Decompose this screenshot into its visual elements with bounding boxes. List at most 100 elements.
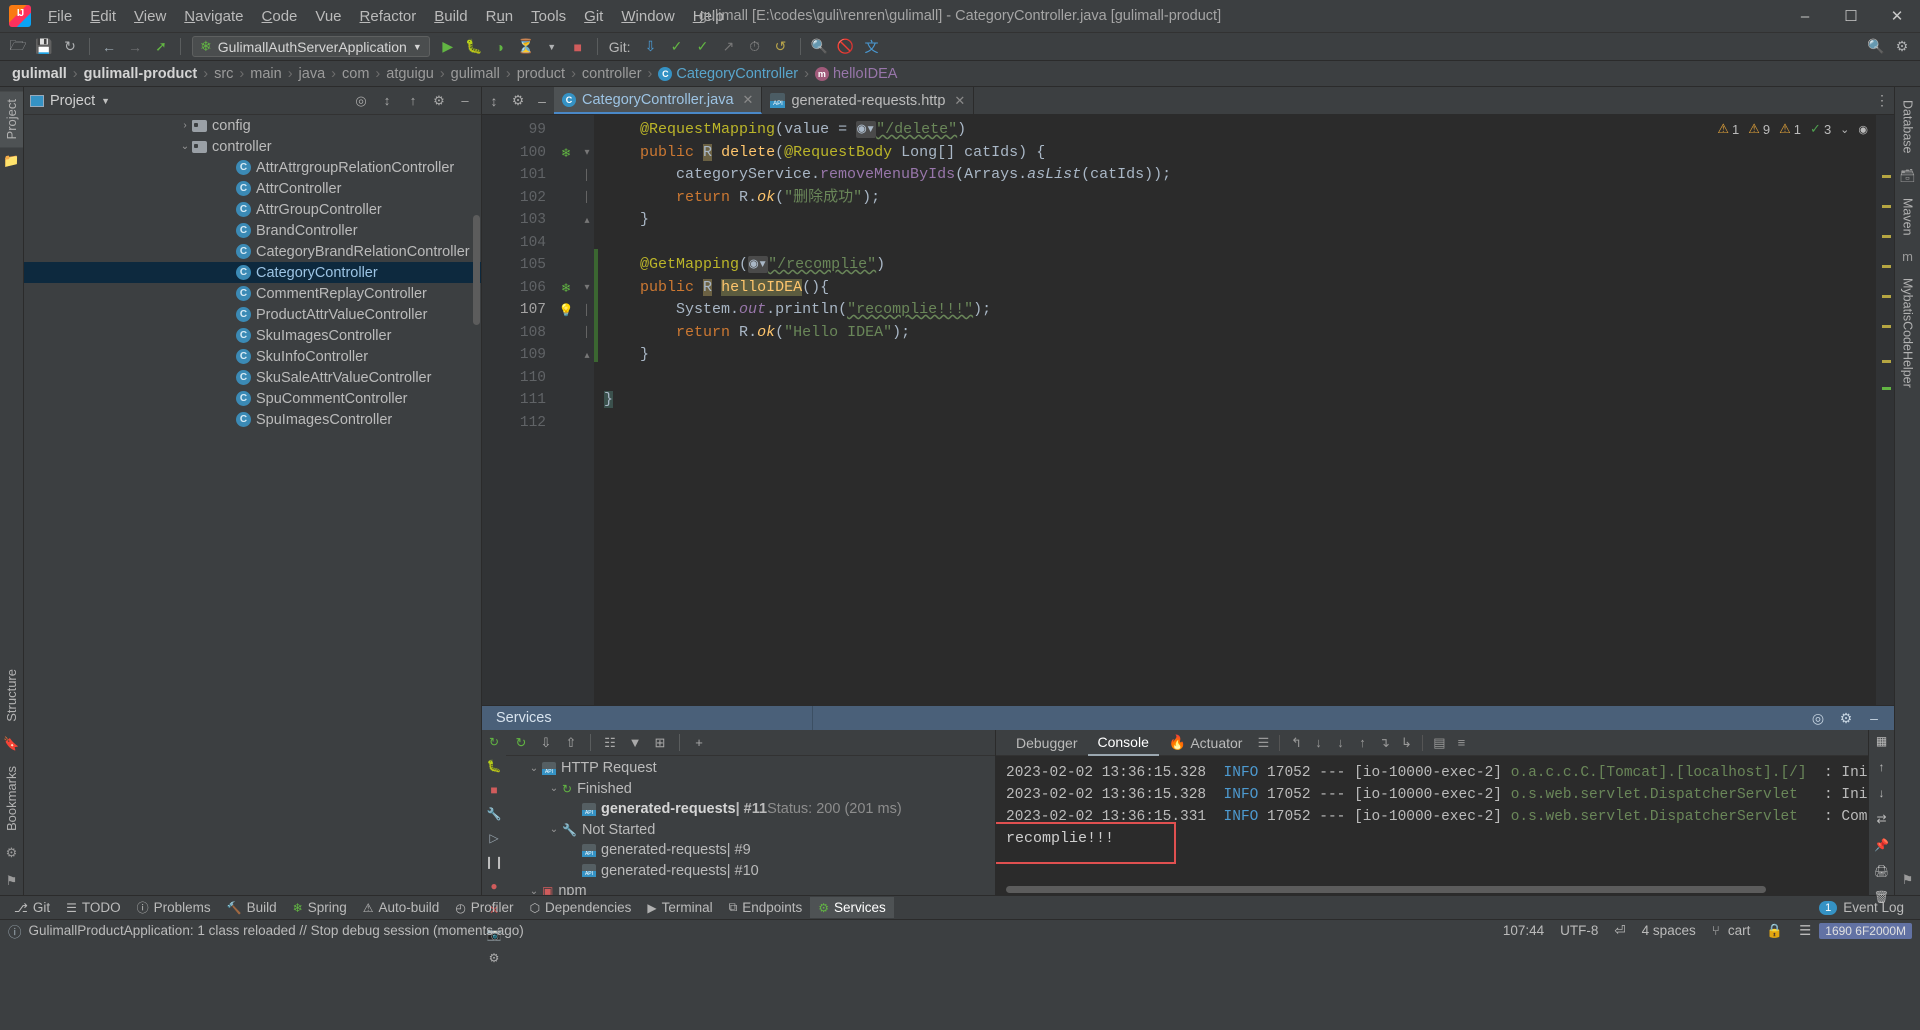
code-line[interactable]: public R delete(@RequestBody Long[] catI… [604,142,1876,165]
wrench-icon[interactable]: 🔧 [487,807,502,821]
menu-edit[interactable]: Edit [81,3,125,30]
breadcrumb-item-gulimall[interactable]: gulimall [447,66,504,82]
no-entry-icon[interactable]: 🚫 [834,36,858,58]
project-tree-scrollbar[interactable] [473,215,480,325]
code-line[interactable]: @GetMapping(◉▾"/recomplie") [604,254,1876,277]
print-icon[interactable]: 🖨 [1874,864,1889,878]
breadcrumb-item-helloidea[interactable]: m helloIDEA [811,66,901,82]
rerun-green-icon[interactable]: ↻ [489,735,499,749]
tree-item-skusaleattrvaluecontroller[interactable]: C SkuSaleAttrValueController [24,367,481,388]
toolwindow-todo[interactable]: ☰ TODO [58,897,129,918]
services-tree[interactable]: ⌄HTTP Request⌄↻Finishedgenerated-request… [506,756,995,895]
menu-code[interactable]: Code [253,3,307,30]
code-line[interactable] [604,367,1876,390]
menu-file[interactable]: File [39,3,81,30]
settings-icon[interactable]: ◎ [1808,710,1828,727]
caret-position[interactable]: 107:44 [1495,923,1552,938]
inspection-weak-warning[interactable]: ⚠ 1 [1779,121,1801,137]
expand-icon[interactable]: ↕ [482,87,506,114]
code-line[interactable] [604,412,1876,435]
gear-icon[interactable]: ⚙ [429,91,449,111]
stripe-warning[interactable] [1882,265,1891,268]
tree-item-attrcontroller[interactable]: C AttrController [24,178,481,199]
service-item-generated-requests[interactable]: generated-requests | #9 [506,840,995,861]
tree-expand-arrow[interactable]: ⌄ [526,886,542,895]
stripe-ok[interactable] [1882,387,1891,390]
toolwindow-terminal[interactable]: ▶ Terminal [639,897,720,918]
run-coverage-icon[interactable]: ◑ [488,36,512,58]
expand-all-icon[interactable]: ⇩ [535,733,557,753]
tree-item-attrgroupcontroller[interactable]: C AttrGroupController [24,199,481,220]
stripe-warning[interactable] [1882,325,1891,328]
run-icon[interactable]: ▶ [436,36,460,58]
tree-expand-arrow[interactable]: › [178,120,192,131]
encoding-selector[interactable]: UTF-8 [1552,923,1606,938]
breadcrumb-item-src[interactable]: src [210,66,237,82]
tree-item-spucommentcontroller[interactable]: C SpuCommentController [24,388,481,409]
code-line[interactable]: } [604,209,1876,232]
code-line[interactable]: return R.ok("删除成功"); [604,187,1876,210]
toolwindow-dependencies[interactable]: ⬡ Dependencies [522,897,640,918]
inspect-icon[interactable]: 🔍 [808,36,832,58]
tree-item-config[interactable]: › config [24,115,481,136]
git-push-icon[interactable]: ✓ [691,36,715,58]
git-branch-icon[interactable]: ⑂ [1704,923,1728,938]
run-configuration-selector[interactable]: ❄ GulimallAuthServerApplication ▼ [192,36,430,57]
chevron-down-icon[interactable]: ⌄ [1840,123,1849,136]
git-commit-icon[interactable]: ✓ [665,36,689,58]
step-icon[interactable]: ▷ [489,831,498,845]
commit-icon[interactable]: ⚙ [6,845,18,861]
notifications-icon[interactable]: ⚑ [1902,872,1914,888]
layout-icon[interactable]: ▦ [1876,734,1887,748]
frames-up-icon[interactable]: ↰ [1285,733,1307,753]
spring-bean-icon[interactable]: ❄ [552,277,580,300]
sidebar-tab-project[interactable]: Project [0,91,23,148]
profiler-icon[interactable]: ⏳ [514,36,538,58]
code-line[interactable]: System.out.println("recomplie!!!"); [604,299,1876,322]
toolwindow-problems[interactable]: ⓘ Problems [129,896,219,919]
minimize-icon[interactable]: – [530,87,554,114]
eye-icon[interactable]: ◉ [1858,123,1868,136]
inspection-warning[interactable]: ⚠ 9 [1748,121,1770,137]
service-item-generated-requests[interactable]: generated-requests | #10 [506,861,995,882]
service-item-not-started[interactable]: ⌄ 🔧 Not Started [506,820,995,841]
pause-icon[interactable]: ❙❙ [484,855,504,869]
console-tab-debugger[interactable]: Debugger [1006,731,1088,755]
search-everywhere-icon[interactable]: 🔍 [1864,36,1888,58]
maven-icon[interactable]: m [1902,249,1913,264]
stripe-warning[interactable] [1882,360,1891,363]
expand-icon[interactable]: ↑ [403,91,423,111]
chevron-down-icon[interactable]: ▼ [540,36,564,58]
collapse-all-icon[interactable]: ⇧ [560,733,582,753]
sidebar-tab-maven[interactable]: Maven [1898,191,1918,243]
hide-icon[interactable]: – [455,91,475,111]
menu-refactor[interactable]: Refactor [351,3,426,30]
step-down-icon[interactable]: ↓ [1307,733,1329,753]
inspection-typo[interactable]: ✓ 3 [1810,121,1831,137]
intention-bulb-icon[interactable]: 💡 [552,299,580,322]
gutter-icons[interactable]: ❄ ❄ 💡 [552,115,580,705]
console-output[interactable]: 2023-02-02 13:36:15.328 INFO 17052 --- [… [996,756,1868,895]
close-icon[interactable]: ✕ [743,92,754,108]
menu-tools[interactable]: Tools [522,3,575,30]
breadcrumb-item-com[interactable]: com [338,66,373,82]
collapse-all-icon[interactable]: ↕ [377,91,397,111]
tree-item-controller[interactable]: ⌄ controller [24,136,481,157]
toolwindow-auto-build[interactable]: ⚠ Auto-build [355,897,448,918]
tree-item-commentreplaycontroller[interactable]: C CommentReplayController [24,283,481,304]
menu-git[interactable]: Git [575,3,612,30]
inspection-widget[interactable]: ⚠ 1 ⚠ 9 ⚠ 1 ✓ 3 ⌄ ◉ [1713,119,1872,139]
project-files-icon[interactable]: 📁 [3,153,19,169]
fold-marker[interactable]: ▾ [580,277,594,300]
toolwindow-git[interactable]: ⎇ Git [6,897,58,918]
debug-icon[interactable]: 🐛 [487,759,502,773]
scroll-up-icon[interactable]: ↑ [1879,760,1885,774]
toolwindow-profiler[interactable]: ◴ Profiler [447,897,521,918]
git-branch-label[interactable]: cart [1728,923,1759,938]
code-line[interactable]: public R helloIDEA(){ [604,277,1876,300]
breadcrumb-item-main[interactable]: main [246,66,285,82]
filter-icon[interactable]: ▼ [624,733,646,753]
git-update-icon[interactable]: ⇩ [639,36,663,58]
group-icon[interactable]: ☷ [599,733,621,753]
step-down2-icon[interactable]: ↓ [1329,733,1351,753]
